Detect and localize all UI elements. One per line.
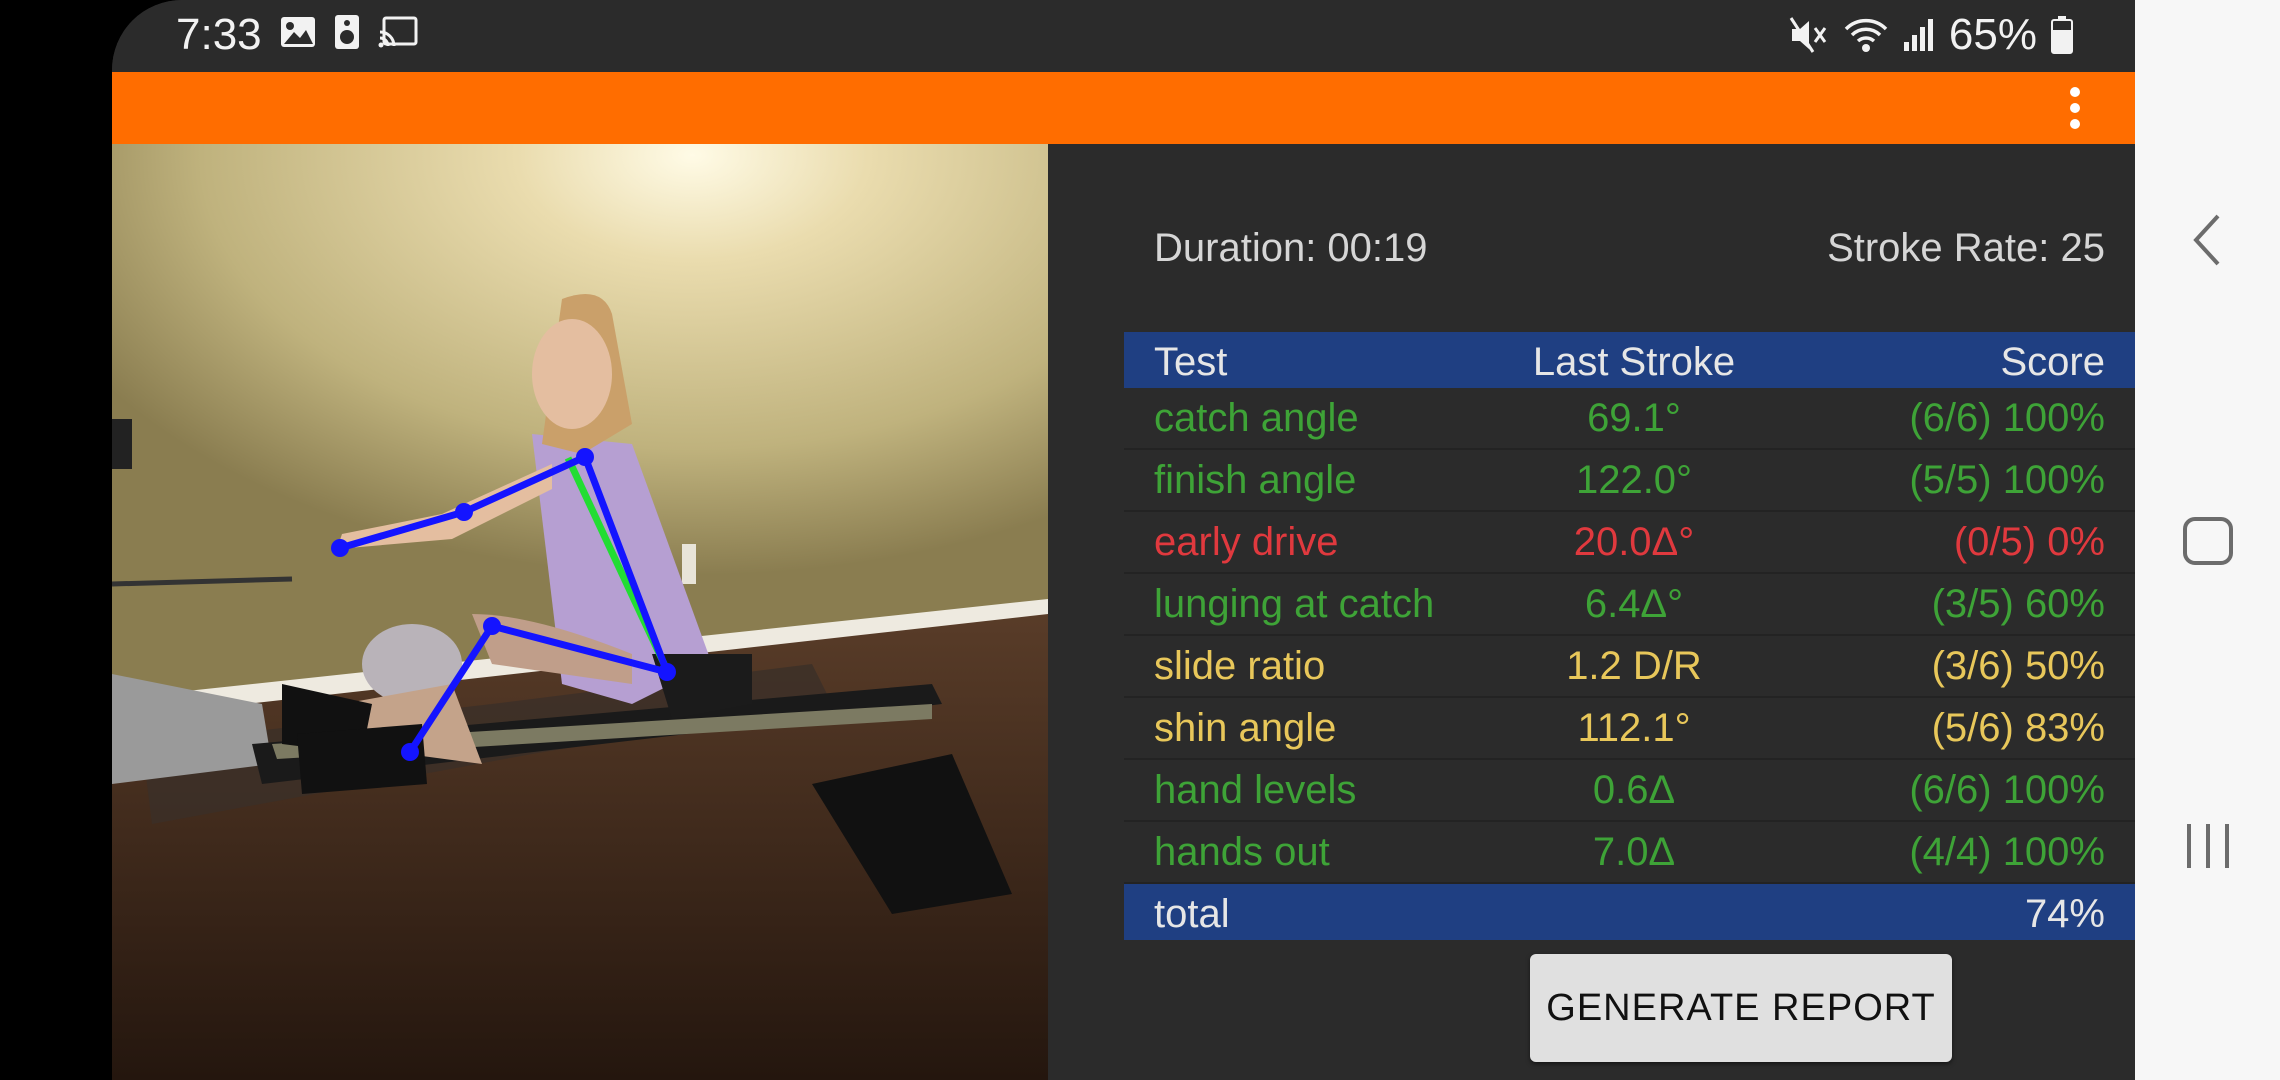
overflow-menu-icon[interactable]	[2055, 82, 2095, 136]
mute-icon	[1789, 17, 1827, 53]
score-value: (5/5) 100%	[1909, 458, 2105, 502]
test-name: hand levels	[1154, 768, 1357, 812]
status-bar: 7:33 65%	[112, 0, 2135, 72]
test-name: catch angle	[1154, 396, 1359, 440]
score-value: (5/6) 83%	[1931, 706, 2105, 750]
table-row: early drive 20.0Δ° (0/5) 0%	[1124, 512, 2135, 574]
table-header: Test Last Stroke Score	[1124, 332, 2135, 388]
test-name: early drive	[1154, 520, 1339, 564]
battery-icon	[2051, 16, 2073, 54]
test-name: hands out	[1154, 830, 1330, 874]
total-label: total	[1154, 892, 1230, 936]
analysis-panel: Duration: 00:19 Stroke Rate: 25 Test Las…	[1048, 144, 2135, 1080]
last-stroke-value: 20.0Δ°	[1573, 520, 1695, 564]
score-value: (6/6) 100%	[1909, 768, 2105, 812]
last-stroke-value: 7.0Δ	[1592, 830, 1676, 874]
test-name: slide ratio	[1154, 644, 1326, 688]
last-stroke-value: 69.1°	[1587, 396, 1681, 440]
status-icons-left	[280, 14, 418, 50]
score-value: (4/4) 100%	[1909, 830, 2105, 874]
header-score: Score	[2000, 340, 2106, 384]
stroke-rate-label: Stroke Rate: 25	[1827, 226, 2105, 270]
table-row: hand levels 0.6Δ (6/6) 100%	[1124, 760, 2135, 822]
status-time: 7:33	[176, 10, 262, 59]
score-value: (3/6) 50%	[1931, 644, 2105, 688]
table-row: shin angle 112.1° (5/6) 83%	[1124, 698, 2135, 760]
cast-icon	[378, 16, 418, 48]
battery-percent: 65%	[1948, 10, 2037, 59]
score-value: (3/5) 60%	[1931, 582, 2105, 626]
back-icon[interactable]	[2135, 212, 2280, 268]
table-row: catch angle 69.1° (6/6) 100%	[1124, 388, 2135, 450]
table-row: lunging at catch 6.4Δ° (3/5) 60%	[1124, 574, 2135, 636]
test-name: finish angle	[1154, 458, 1357, 502]
image-icon	[281, 17, 315, 47]
generate-report-button[interactable]: GENERATE REPORT	[1530, 954, 1952, 1062]
table-row: hands out 7.0Δ (4/4) 100%	[1124, 822, 2135, 884]
home-icon[interactable]	[2135, 516, 2280, 566]
table-row: finish angle 122.0° (5/5) 100%	[1124, 450, 2135, 512]
test-name: shin angle	[1154, 706, 1337, 750]
table-row: slide ratio 1.2 D/R (3/6) 50%	[1124, 636, 2135, 698]
last-stroke-value: 6.4Δ°	[1584, 582, 1684, 626]
phone-screen: 7:33 65% Duration: 00:19 Stroke Rate: 25…	[112, 0, 2135, 1080]
rowing-pose-image	[112, 144, 1048, 1080]
wifi-icon	[1844, 18, 1888, 52]
duration-label: Duration: 00:19	[1154, 226, 1428, 270]
last-stroke-value: 112.1°	[1577, 706, 1691, 750]
speaker-icon	[335, 15, 359, 49]
score-value: (6/6) 100%	[1909, 396, 2105, 440]
score-value: (0/5) 0%	[1953, 520, 2105, 564]
status-icons-right: 65%	[1789, 10, 2073, 60]
app-bar	[112, 72, 2135, 144]
header-last-stroke: Last Stroke	[1532, 340, 1736, 384]
recents-icon[interactable]	[2135, 820, 2280, 872]
stroke-analysis-table: Test Last Stroke Score catch angle 69.1° (…	[1124, 332, 2135, 940]
last-stroke-value: 122.0°	[1575, 458, 1693, 502]
last-stroke-value: 1.2 D/R	[1566, 644, 1702, 688]
system-nav-bar	[2135, 0, 2280, 1080]
header-test: Test	[1154, 340, 1228, 384]
total-value: 74%	[2024, 892, 2105, 936]
test-name: lunging at catch	[1154, 582, 1435, 626]
last-stroke-value: 0.6Δ	[1592, 768, 1676, 812]
signal-icon	[1903, 19, 1933, 51]
table-footer-total: total 74%	[1124, 884, 2135, 940]
camera-preview	[112, 144, 1048, 1080]
